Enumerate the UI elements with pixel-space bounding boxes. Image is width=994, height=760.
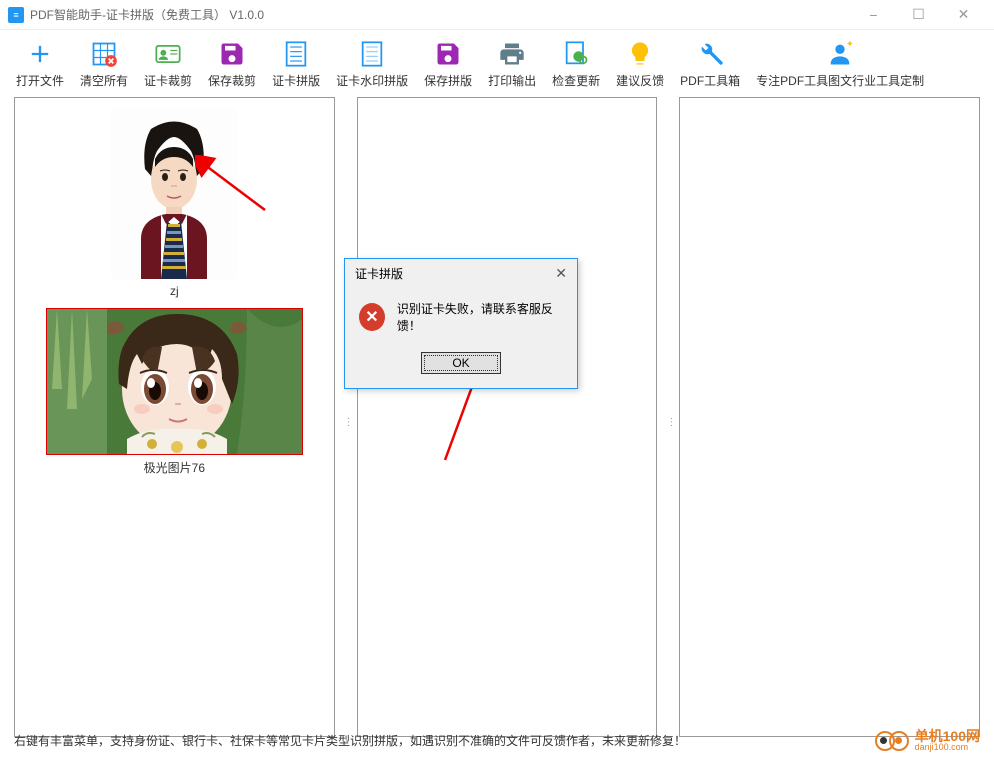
tool-label: 证卡裁剪	[144, 72, 192, 89]
card-crop-button[interactable]: 证卡裁剪	[136, 34, 200, 93]
bulb-icon	[624, 38, 656, 70]
window-title: PDF智能助手-证卡拼版（免费工具） V1.0.0	[30, 6, 851, 23]
watermark-layout-button[interactable]: 证卡水印拼版	[328, 34, 416, 93]
thumbnail-label: 极光图片76	[144, 459, 205, 476]
content-area: zj	[0, 97, 994, 737]
maximize-button[interactable]: ☐	[896, 1, 941, 29]
feedback-button[interactable]: 建议反馈	[608, 34, 672, 93]
tools-icon	[694, 38, 726, 70]
clear-all-button[interactable]: 清空所有	[72, 34, 136, 93]
app-icon: ≡	[8, 7, 24, 23]
statusbar: 右键有丰富菜单，支持身份证、银行卡、社保卡等常见卡片类型识别拼版，如遇识别不准确…	[0, 721, 994, 760]
window-controls: − ☐ ✕	[851, 1, 986, 29]
tool-label: 保存拼版	[424, 72, 472, 89]
thumbnail-item[interactable]: 极光图片76	[25, 308, 324, 476]
dialog-close-button[interactable]: ✕	[555, 265, 567, 282]
thumbnail-panel[interactable]: zj	[14, 97, 335, 737]
grid-clear-icon	[88, 38, 120, 70]
watermark-main: 单机100网	[915, 729, 980, 743]
tool-label: 清空所有	[80, 72, 128, 89]
open-file-button[interactable]: 打开文件	[8, 34, 72, 93]
error-dialog: 证卡拼版 ✕ ✕ 识别证卡失败，请联系客服反馈！ OK	[344, 258, 578, 389]
check-update-button[interactable]: 检查更新	[544, 34, 608, 93]
tool-label: 专注PDF工具图文行业工具定制	[756, 72, 924, 89]
status-text: 右键有丰富菜单，支持身份证、银行卡、社保卡等常见卡片类型识别拼版，如遇识别不准确…	[14, 732, 686, 749]
ok-button[interactable]: OK	[421, 352, 501, 374]
tool-label: PDF工具箱	[680, 72, 740, 89]
save-layout-button[interactable]: 保存拼版	[416, 34, 480, 93]
custom-button[interactable]: ✦ 专注PDF工具图文行业工具定制	[748, 34, 932, 93]
tool-label: 建议反馈	[616, 72, 664, 89]
dialog-footer: OK	[345, 352, 577, 388]
sheet-icon	[280, 38, 312, 70]
dialog-title-text: 证卡拼版	[355, 265, 403, 282]
error-icon: ✕	[359, 303, 385, 331]
dialog-body: ✕ 识别证卡失败，请联系客服反馈！	[345, 288, 577, 352]
preview-panel-1[interactable]	[357, 97, 658, 737]
svg-text:✦: ✦	[846, 40, 854, 49]
save-crop-button[interactable]: 保存裁剪	[200, 34, 264, 93]
panel-divider[interactable]: ⋮	[665, 97, 671, 737]
panel-divider[interactable]: ⋮	[343, 97, 349, 737]
id-card-icon	[152, 38, 184, 70]
thumbnail-image[interactable]	[110, 108, 238, 280]
printer-icon	[496, 38, 528, 70]
close-button[interactable]: ✕	[941, 1, 986, 29]
tool-label: 证卡水印拼版	[336, 72, 408, 89]
thumbnail-item[interactable]: zj	[25, 108, 324, 298]
toolbox-button[interactable]: PDF工具箱	[672, 34, 748, 93]
thumbnail-image[interactable]	[46, 308, 303, 455]
watermark-logo: 单机100网 danji100.com	[875, 729, 980, 752]
person-star-icon: ✦	[824, 38, 856, 70]
dialog-message: 识别证卡失败，请联系客服反馈！	[397, 300, 563, 334]
print-button[interactable]: 打印输出	[480, 34, 544, 93]
floppy-icon	[432, 38, 464, 70]
tool-label: 打印输出	[488, 72, 536, 89]
thumbnail-label: zj	[170, 284, 179, 298]
watermark-sub: danji100.com	[915, 743, 980, 752]
tool-label: 打开文件	[16, 72, 64, 89]
minimize-button[interactable]: −	[851, 1, 896, 29]
dialog-titlebar: 证卡拼版 ✕	[345, 259, 577, 288]
tool-label: 检查更新	[552, 72, 600, 89]
preview-panel-2[interactable]	[679, 97, 980, 737]
toolbar: 打开文件 清空所有 证卡裁剪 保存裁剪 证卡拼版 证卡水印拼版 保存拼版	[0, 30, 994, 97]
tool-label: 证卡拼版	[272, 72, 320, 89]
sheet-watermark-icon	[356, 38, 388, 70]
plus-icon	[24, 38, 56, 70]
card-layout-button[interactable]: 证卡拼版	[264, 34, 328, 93]
tool-label: 保存裁剪	[208, 72, 256, 89]
titlebar: ≡ PDF智能助手-证卡拼版（免费工具） V1.0.0 − ☐ ✕	[0, 0, 994, 30]
refresh-doc-icon	[560, 38, 592, 70]
floppy-icon	[216, 38, 248, 70]
